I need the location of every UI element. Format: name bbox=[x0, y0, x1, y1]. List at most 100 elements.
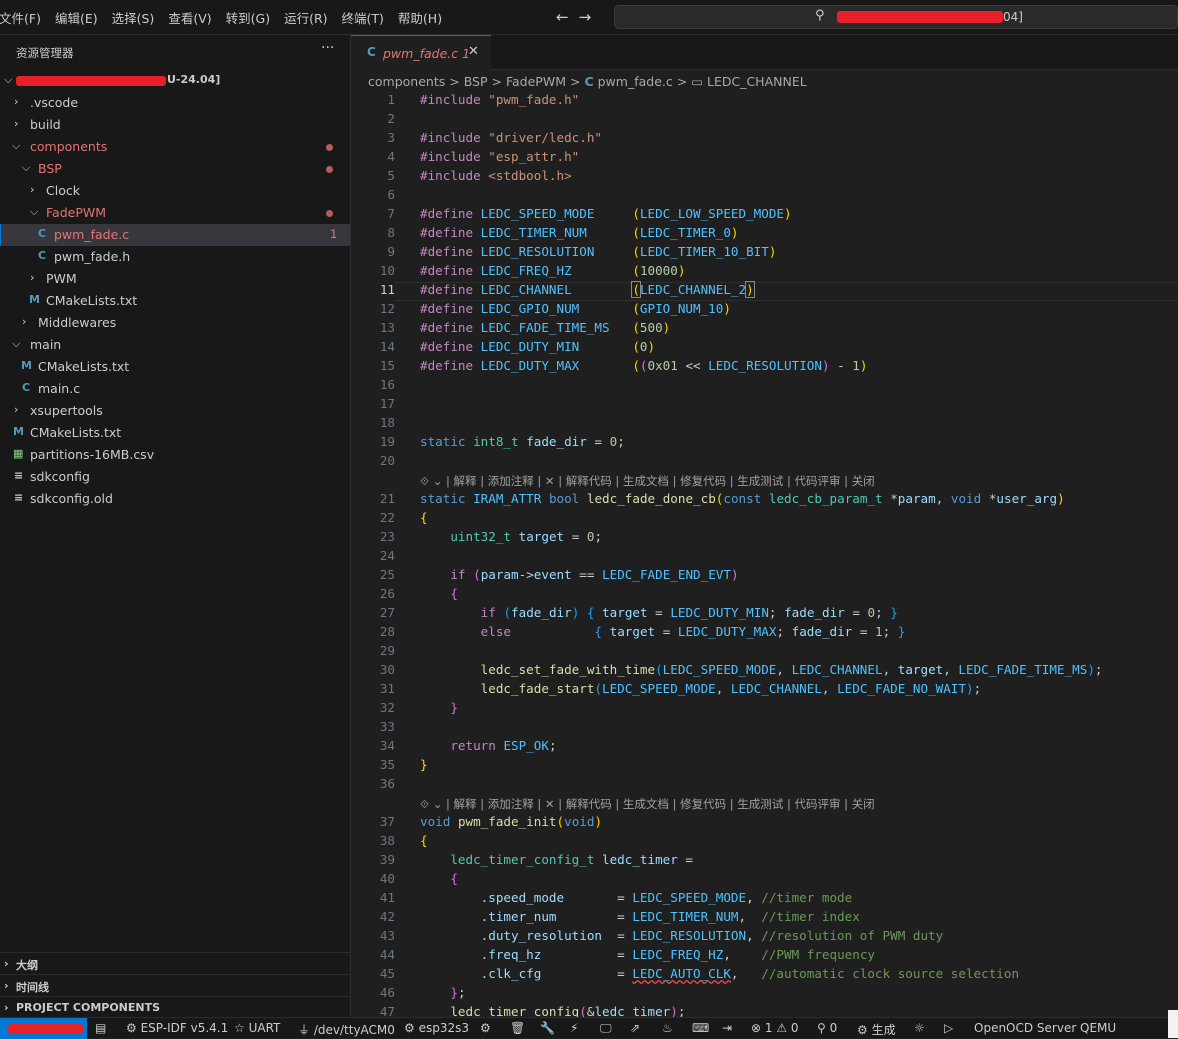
tree-item-main-c[interactable]: C main.c bbox=[0, 378, 350, 400]
code-line[interactable]: 16 bbox=[351, 377, 1178, 396]
tree-item-sdkconfig[interactable]: ≡ sdkconfig bbox=[0, 466, 350, 488]
code-lens-actions[interactable]: ⟐ ⌄ | 解释 | 添加注释 | ✕ | 解释代码 | 生成文档 | 修复代码… bbox=[420, 473, 875, 492]
code-line[interactable]: 37 void pwm_fade_init(void) bbox=[351, 814, 1178, 833]
code-line[interactable]: 18 bbox=[351, 415, 1178, 434]
menu-selection[interactable]: 选择(S) bbox=[105, 8, 162, 27]
code-line[interactable]: 12 #define LEDC_GPIO_NUM (GPIO_NUM_10) bbox=[351, 301, 1178, 320]
menu-run[interactable]: 运行(R) bbox=[277, 8, 334, 27]
ports-indicator[interactable]: ⚲ 0 bbox=[817, 1021, 837, 1035]
code-line[interactable]: 33 bbox=[351, 719, 1178, 738]
run-icon[interactable]: ▷ bbox=[944, 1021, 953, 1035]
remote-indicator[interactable] bbox=[0, 1018, 87, 1039]
monitor-icon[interactable]: 🖵 bbox=[600, 1021, 612, 1036]
tree-item-pwm[interactable]: › PWM bbox=[0, 268, 350, 290]
forward-arrow-icon[interactable]: → bbox=[579, 8, 602, 26]
gear-icon[interactable]: ⚙ bbox=[480, 1021, 491, 1035]
code-line[interactable]: 10 #define LEDC_FREQ_HZ (10000) bbox=[351, 263, 1178, 282]
tab-pwm-fade-c[interactable]: C pwm_fade.c 1 ✕ bbox=[351, 35, 491, 70]
qemu-button[interactable]: QEMU bbox=[1080, 1021, 1116, 1035]
openocd-button[interactable]: OpenOCD Server bbox=[974, 1021, 1076, 1035]
outline-section[interactable]: › 大纲 bbox=[0, 952, 350, 974]
target-selector[interactable]: ⚙ esp32s3 bbox=[404, 1021, 469, 1035]
tree-item-clock[interactable]: › Clock bbox=[0, 180, 350, 202]
code-line[interactable]: 13 #define LEDC_FADE_TIME_MS (500) bbox=[351, 320, 1178, 339]
tree-item-vscode[interactable]: › .vscode bbox=[0, 92, 350, 114]
build-button[interactable]: ⚙ 生成 bbox=[857, 1021, 896, 1038]
menu-edit[interactable]: 编辑(E) bbox=[48, 8, 105, 27]
tree-item-sdkconfig-old[interactable]: ≡ sdkconfig.old bbox=[0, 488, 350, 510]
code-line[interactable]: 1 #include "pwm_fade.h" bbox=[351, 92, 1178, 111]
timeline-section[interactable]: › 时间线 bbox=[0, 974, 350, 996]
tree-item-main-cmakelists[interactable]: M CMakeLists.txt bbox=[0, 356, 350, 378]
breadcrumb-item[interactable]: LEDC_CHANNEL bbox=[707, 74, 807, 89]
menu-help[interactable]: 帮助(H) bbox=[391, 8, 449, 27]
tree-item-root-cmakelists[interactable]: M CMakeLists.txt bbox=[0, 422, 350, 444]
code-line[interactable]: 43 .duty_resolution = LEDC_RESOLUTION, /… bbox=[351, 928, 1178, 947]
menu-goto[interactable]: 转到(G) bbox=[219, 8, 277, 27]
tree-item-partitions-csv[interactable]: ▦ partitions-16MB.csv bbox=[0, 444, 350, 466]
tree-item-fadepwm[interactable]: ⌵ FadePWM bbox=[0, 202, 350, 224]
code-line[interactable]: 29 bbox=[351, 643, 1178, 662]
folder-icon[interactable]: ▤ bbox=[95, 1021, 106, 1035]
close-icon[interactable]: ✕ bbox=[468, 44, 479, 59]
code-line[interactable]: 27 if (fade_dir) { target = LEDC_DUTY_MI… bbox=[351, 605, 1178, 624]
breadcrumb-item[interactable]: components bbox=[368, 74, 445, 89]
code-line[interactable]: 42 .timer_num = LEDC_TIMER_NUM, //timer … bbox=[351, 909, 1178, 928]
code-line[interactable]: 11 #define LEDC_CHANNEL (LEDC_CHANNEL_2) bbox=[351, 281, 1178, 301]
breadcrumb-item[interactable]: pwm_fade.c bbox=[598, 74, 673, 89]
code-line[interactable]: 44 .freq_hz = LEDC_FREQ_HZ, //PWM freque… bbox=[351, 947, 1178, 966]
code-line[interactable]: 3 #include "driver/ledc.h" bbox=[351, 130, 1178, 149]
tree-item-pwm-fade-h[interactable]: C pwm_fade.h bbox=[0, 246, 350, 268]
code-line[interactable]: 36 bbox=[351, 776, 1178, 795]
flash-monitor-icon[interactable]: ⇗ bbox=[630, 1021, 640, 1035]
code-line[interactable]: 9 #define LEDC_RESOLUTION (LEDC_TIMER_10_… bbox=[351, 244, 1178, 263]
tree-item-xsupertools[interactable]: › xsupertools bbox=[0, 400, 350, 422]
tree-item-middlewares[interactable]: › Middlewares bbox=[0, 312, 350, 334]
code-line[interactable]: 7 #define LEDC_SPEED_MODE (LEDC_LOW_SPEED… bbox=[351, 206, 1178, 225]
menu-view[interactable]: 查看(V) bbox=[161, 8, 218, 27]
trash-icon[interactable]: 🗑 bbox=[510, 1021, 525, 1035]
code-line[interactable]: 45 .clk_cfg = LEDC_AUTO_CLK, //automatic… bbox=[351, 966, 1178, 985]
code-line[interactable]: 26 { bbox=[351, 586, 1178, 605]
code-line[interactable]: 21 static IRAM_ATTR bool ledc_fade_done_c… bbox=[351, 491, 1178, 510]
uart-selector[interactable]: ☆ UART bbox=[234, 1021, 280, 1035]
code-lens-actions[interactable]: ⟐ ⌄ | 解释 | 添加注释 | ✕ | 解释代码 | 生成文档 | 修复代码… bbox=[420, 796, 875, 815]
tree-item-pwm-fade-c[interactable]: C pwm_fade.c 1 bbox=[0, 224, 350, 246]
workspace-root[interactable]: ⌵ U-24.04] bbox=[0, 70, 350, 92]
breadcrumb-item[interactable]: BSP bbox=[464, 74, 488, 89]
menu-file[interactable]: 文件(F) bbox=[0, 8, 48, 27]
code-line[interactable]: 31 ledc_fade_start(LEDC_SPEED_MODE, LEDC… bbox=[351, 681, 1178, 700]
code-line[interactable]: 15 #define LEDC_DUTY_MAX ((0x01 << LEDC_R… bbox=[351, 358, 1178, 377]
code-line[interactable]: 24 bbox=[351, 548, 1178, 567]
tree-item-bsp[interactable]: ⌵ BSP bbox=[0, 158, 350, 180]
code-line[interactable]: 5 #include <stdbool.h> bbox=[351, 168, 1178, 187]
code-line[interactable]: 4 #include "esp_attr.h" bbox=[351, 149, 1178, 168]
code-line[interactable]: 14 #define LEDC_DUTY_MIN (0) bbox=[351, 339, 1178, 358]
code-line[interactable]: 20 bbox=[351, 453, 1178, 472]
code-line[interactable]: 41 .speed_mode = LEDC_SPEED_MODE, //time… bbox=[351, 890, 1178, 909]
code-line[interactable]: 8 #define LEDC_TIMER_NUM (LEDC_TIMER_0) bbox=[351, 225, 1178, 244]
espidf-version[interactable]: ⚙ ESP-IDF v5.4.1 bbox=[126, 1021, 228, 1035]
code-line[interactable]: 2 bbox=[351, 111, 1178, 130]
port-selector[interactable]: ⏚ /dev/ttyACM0 bbox=[298, 1021, 395, 1038]
tree-item-main[interactable]: ⌵ main bbox=[0, 334, 350, 356]
project-components-section[interactable]: › PROJECT COMPONENTS bbox=[0, 996, 350, 1018]
tree-item-bsp-cmakelists[interactable]: M CMakeLists.txt bbox=[0, 290, 350, 312]
code-editor[interactable]: 1 #include "pwm_fade.h" 2 3 #include "driver… bbox=[351, 92, 1178, 1017]
menu-terminal[interactable]: 终端(T) bbox=[335, 8, 391, 27]
code-line[interactable]: 25 if (param->event == LEDC_FADE_END_EVT… bbox=[351, 567, 1178, 586]
code-line[interactable]: 47 ledc_timer_config(&ledc_timer); bbox=[351, 1004, 1178, 1017]
code-line[interactable]: 32 } bbox=[351, 700, 1178, 719]
code-line[interactable]: 34 return ESP_OK; bbox=[351, 738, 1178, 757]
flash-icon[interactable]: ⚡ bbox=[570, 1021, 578, 1035]
debug-bug-icon[interactable]: ☼ bbox=[914, 1021, 925, 1035]
flame-icon[interactable]: ♨ bbox=[662, 1021, 673, 1035]
more-actions-icon[interactable]: ··· bbox=[321, 40, 334, 56]
code-line[interactable]: 46 }; bbox=[351, 985, 1178, 1004]
tree-item-components[interactable]: ⌵ components bbox=[0, 136, 350, 158]
code-line[interactable]: 39 ledc_timer_config_t ledc_timer = bbox=[351, 852, 1178, 871]
code-line[interactable]: 40 { bbox=[351, 871, 1178, 890]
code-line[interactable]: 19 static int8_t fade_dir = 0; bbox=[351, 434, 1178, 453]
code-line[interactable]: 23 uint32_t target = 0; bbox=[351, 529, 1178, 548]
problems-indicator[interactable]: ⊗ 1 ⚠ 0 bbox=[751, 1021, 799, 1035]
